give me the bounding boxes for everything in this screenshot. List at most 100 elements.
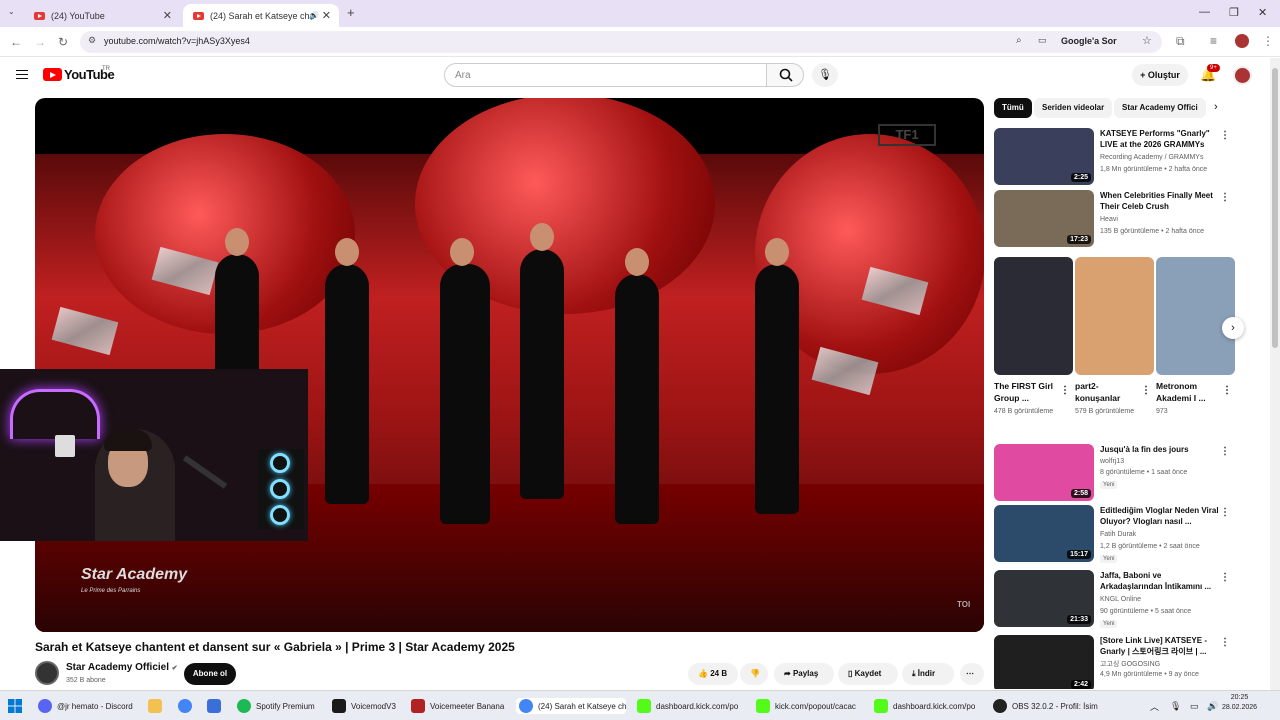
back-icon[interactable]: ← (10, 35, 22, 49)
google-ask-button[interactable]: Google'a Sor (1061, 36, 1117, 46)
minimize-icon[interactable]: — (1199, 6, 1210, 18)
save-button[interactable]: ▯ Kaydet (838, 663, 898, 685)
recommendation-item[interactable]: 15:17 Editlediğim Vloglar Neden Viral Ol… (994, 505, 1234, 565)
network-icon[interactable]: ▭ (1190, 698, 1199, 714)
short-item[interactable]: Metronom Akademi I ... 973 ⋮ (1156, 257, 1235, 418)
bookmark-star-icon[interactable]: ☆ (1142, 34, 1152, 47)
forward-icon[interactable]: → (34, 35, 46, 49)
video-thumbnail[interactable]: 2:42 (994, 635, 1094, 689)
start-button[interactable] (8, 698, 22, 714)
recommendation-title[interactable]: When Celebrities Finally Meet Their Cele… (1100, 190, 1220, 212)
taskbar-kick-dashboard[interactable]: dashboard.kick.com/po (637, 698, 747, 714)
like-button[interactable]: 👍 24 B (688, 663, 738, 685)
taskbar-discord[interactable]: @jr hemato - Discord (38, 698, 136, 714)
menu-kebab-icon[interactable]: ⋮ (1262, 34, 1274, 48)
microphone-tray-icon[interactable]: 🎙 (1170, 698, 1181, 714)
chip-all[interactable]: Tümü (994, 98, 1032, 118)
short-item[interactable]: part2-konuşanlar 579 B görüntüleme ⋮ (1075, 257, 1154, 418)
dislike-button[interactable]: 👎 (740, 663, 768, 685)
recommendation-title[interactable]: KATSEYE Performs "Gnarly" LIVE at the 20… (1100, 128, 1220, 150)
chip-series[interactable]: Seriden videolar (1034, 98, 1113, 118)
voice-search-button[interactable]: 🎙 (812, 63, 838, 87)
recommendation-title[interactable]: Editlediğim Vloglar Neden Viral Oluyor? … (1100, 505, 1220, 527)
recommendation-item[interactable]: 2:58 Jusqu'à la fin des jours wolfrj13 8… (994, 444, 1234, 504)
maximize-icon[interactable]: ❐ (1229, 6, 1239, 19)
more-options-icon[interactable]: ⋮ (1220, 130, 1230, 141)
video-thumbnail[interactable]: 21:33 (994, 570, 1094, 627)
video-thumbnail[interactable]: 15:17 (994, 505, 1094, 562)
short-item[interactable]: The FIRST Girl Group ... 478 B görüntüle… (994, 257, 1073, 418)
volume-icon[interactable]: 🔊 (1207, 698, 1218, 714)
cast-icon[interactable]: ▭ (1038, 35, 1047, 46)
more-options-icon[interactable]: ⋮ (1222, 385, 1232, 396)
channel-name[interactable]: Star Academy Officiel ✔ (66, 662, 178, 673)
recommendation-title[interactable]: Jaffa, Baboni ve Arkadaşlarından İntikam… (1100, 570, 1220, 592)
short-thumbnail[interactable] (1075, 257, 1154, 375)
new-tab-button[interactable]: + (347, 5, 355, 20)
speaker-icon[interactable]: 🔊 (309, 11, 319, 20)
tab-search-chevron-icon[interactable]: ⌄ (8, 7, 15, 16)
tray-chevron-icon[interactable]: ︿ (1150, 698, 1159, 714)
video-thumbnail[interactable]: 2:25 (994, 128, 1094, 185)
search-input[interactable]: Ara (444, 63, 767, 87)
recommendation-item[interactable]: 2:42 [Store Link Live] KATSEYE - Gnarly … (994, 635, 1234, 689)
short-title[interactable]: part2-konuşanlar (1075, 380, 1141, 404)
more-options-icon[interactable]: ⋮ (1220, 446, 1230, 457)
browser-tab-video[interactable]: (24) Sarah et Katseye chante 🔊 ✕ (183, 4, 339, 27)
recommendation-item[interactable]: 17:23 When Celebrities Finally Meet Thei… (994, 190, 1234, 250)
taskbar-spotify[interactable]: Spotify Premium (237, 698, 321, 714)
account-avatar[interactable] (1233, 66, 1252, 85)
chips-next-icon[interactable]: › (1214, 101, 1218, 113)
short-title[interactable]: Metronom Akademi I ... (1156, 380, 1222, 404)
video-thumbnail[interactable]: 2:58 (994, 444, 1094, 501)
more-options-icon[interactable]: ⋮ (1141, 385, 1151, 396)
taskbar-chrome-video[interactable]: (24) Sarah et Katseye ch (516, 698, 626, 714)
close-tab-icon[interactable]: ✕ (322, 9, 331, 22)
recommendation-title[interactable]: [Store Link Live] KATSEYE - Gnarly | 스토어… (1100, 635, 1220, 657)
chip-channel[interactable]: Star Academy Offici (1114, 98, 1206, 118)
more-options-icon[interactable]: ⋮ (1220, 507, 1230, 518)
recommendation-channel[interactable]: 고고싱 GOGOSING (1100, 659, 1160, 669)
taskbar-chrome[interactable] (178, 698, 197, 714)
address-bar[interactable]: ⚙ youtube.com/watch?v=jhASy3Xyes4 ⌕ ▭ Go… (80, 31, 1162, 53)
create-button[interactable]: + Oluştur (1132, 64, 1188, 86)
recommendation-channel[interactable]: Recording Academy / GRAMMYs (1100, 154, 1203, 161)
download-button[interactable]: ⤓ İndir (902, 663, 954, 685)
zoom-icon[interactable]: ⌕ (1016, 35, 1022, 46)
video-player[interactable]: TF1 Star Academy Le Prime des Parrains T… (35, 98, 984, 632)
taskbar-app[interactable] (207, 698, 226, 714)
close-tab-icon[interactable]: ✕ (163, 9, 172, 22)
recommendation-channel[interactable]: Fatih Durak (1100, 531, 1136, 538)
subscribe-button[interactable]: Abone ol (184, 663, 236, 685)
more-options-icon[interactable]: ⋮ (1220, 637, 1230, 648)
extensions-icon[interactable]: ⧉ (1176, 34, 1185, 49)
recommendation-channel[interactable]: Heavi (1100, 216, 1118, 223)
taskbar-kick-dashboard-2[interactable]: dashboard.kick.com/po (874, 698, 984, 714)
recommendation-channel[interactable]: wolfrj13 (1100, 458, 1124, 465)
recommendation-item[interactable]: 21:33 Jaffa, Baboni ve Arkadaşlarından İ… (994, 570, 1234, 630)
short-thumbnail[interactable] (994, 257, 1073, 375)
hamburger-menu-icon[interactable] (16, 70, 28, 79)
share-button[interactable]: ➦ Paylaş (774, 663, 834, 685)
site-info-icon[interactable]: ⚙ (88, 35, 96, 46)
profile-avatar[interactable] (1235, 34, 1249, 48)
close-window-icon[interactable]: ✕ (1258, 6, 1267, 19)
more-options-icon[interactable]: ⋮ (1220, 572, 1230, 583)
recommendation-channel[interactable]: KNGL Online (1100, 596, 1141, 603)
youtube-logo-icon[interactable] (43, 68, 62, 81)
taskbar-kick-popout[interactable]: kick.com/popout/cacac (756, 698, 866, 714)
browser-tab-youtube[interactable]: (24) YouTube ✕ (24, 4, 180, 27)
taskbar-obs[interactable]: OBS 32.0.2 - Profil: İsim (993, 698, 1103, 714)
more-options-icon[interactable]: ⋮ (1220, 192, 1230, 203)
video-thumbnail[interactable]: 17:23 (994, 190, 1094, 247)
scrollbar-thumb[interactable] (1272, 68, 1278, 348)
shorts-next-icon[interactable]: › (1222, 317, 1244, 339)
media-icon[interactable]: ≡ (1210, 34, 1217, 48)
more-options-icon[interactable]: ⋮ (1060, 385, 1070, 396)
search-button[interactable] (766, 63, 804, 87)
channel-avatar[interactable] (35, 661, 59, 685)
short-title[interactable]: The FIRST Girl Group ... (994, 380, 1060, 404)
recommendation-item[interactable]: 2:25 KATSEYE Performs "Gnarly" LIVE at t… (994, 128, 1234, 188)
taskbar-explorer[interactable] (148, 698, 167, 714)
taskbar-voicemod[interactable]: VoicemodV3 (332, 698, 402, 714)
